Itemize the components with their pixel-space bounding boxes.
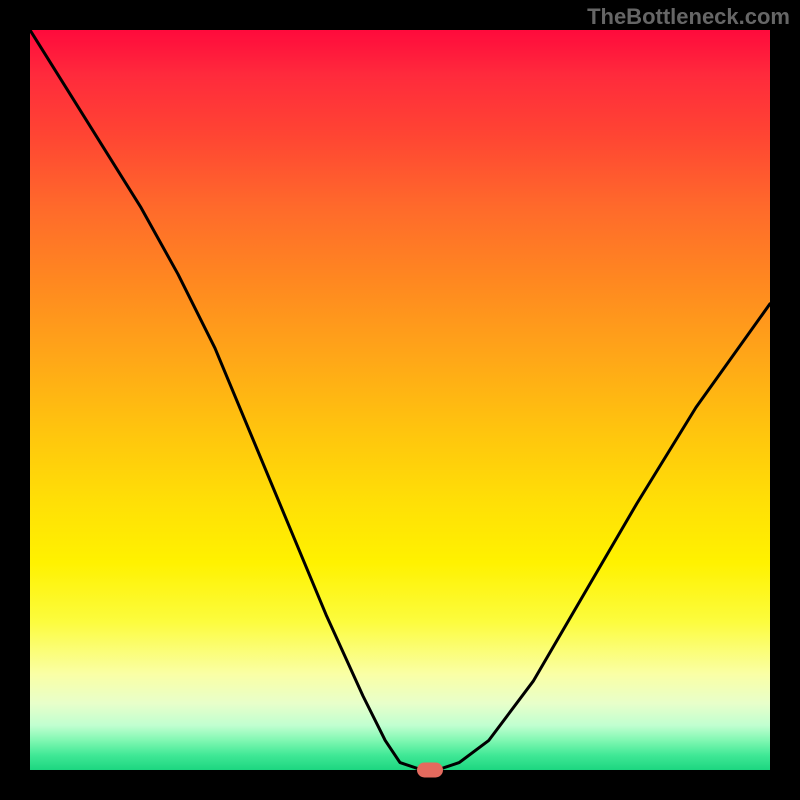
chart-plot-area xyxy=(30,30,770,770)
optimal-point-marker xyxy=(417,763,443,778)
bottleneck-curve xyxy=(30,30,770,770)
watermark-text: TheBottleneck.com xyxy=(587,4,790,30)
